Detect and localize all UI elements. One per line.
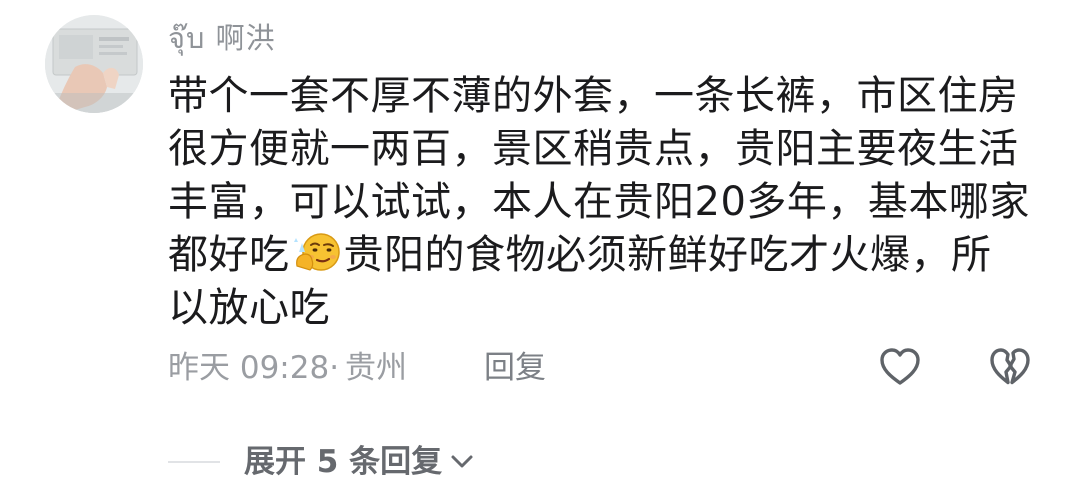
comment-line: 很方便就一两百，景区稍贵点，贵阳主要夜生活	[168, 126, 1019, 172]
comment-line: 以放心吃	[168, 285, 330, 331]
divider-line	[168, 461, 220, 463]
comment-timestamp: 昨天 09:28·	[168, 350, 340, 386]
comment-fragment: 都好吃	[168, 232, 290, 278]
comment-line: 丰富，可以试试，本人在贵阳20多年，基本哪家	[168, 179, 1030, 225]
comment-line: 都好吃 贵阳的食物必须新鲜好吃才火爆，所	[168, 229, 1048, 282]
reply-button[interactable]: 回复	[484, 346, 546, 390]
comment-text: 带个一套不厚不薄的外套，一条长裤，市区住房 很方便就一两百，景区稍贵点，贵阳主要…	[168, 70, 1048, 335]
comment-meta: 昨天 09:28· 贵州	[168, 346, 407, 390]
expand-replies-label: 展开 5 条回复	[244, 444, 443, 480]
chevron-down-icon	[448, 452, 476, 472]
comment-line: 带个一套不厚不薄的外套，一条长裤，市区住房	[168, 73, 1019, 119]
avatar-image	[45, 15, 143, 113]
username[interactable]: จุ๊บ 啊洪	[168, 18, 276, 58]
dislike-button[interactable]	[988, 346, 1032, 388]
comment-location: 贵州	[345, 350, 408, 386]
expand-replies-button[interactable]: 展开 5 条回复	[168, 440, 476, 484]
broken-heart-outline-icon	[990, 348, 1030, 385]
comment-fragment: 贵阳的食物必须新鲜好吃才火爆，所	[343, 232, 992, 278]
thinking-wink-emoji-icon	[291, 230, 343, 274]
like-button[interactable]	[878, 346, 922, 388]
heart-outline-icon	[880, 348, 920, 385]
avatar[interactable]	[45, 15, 143, 113]
